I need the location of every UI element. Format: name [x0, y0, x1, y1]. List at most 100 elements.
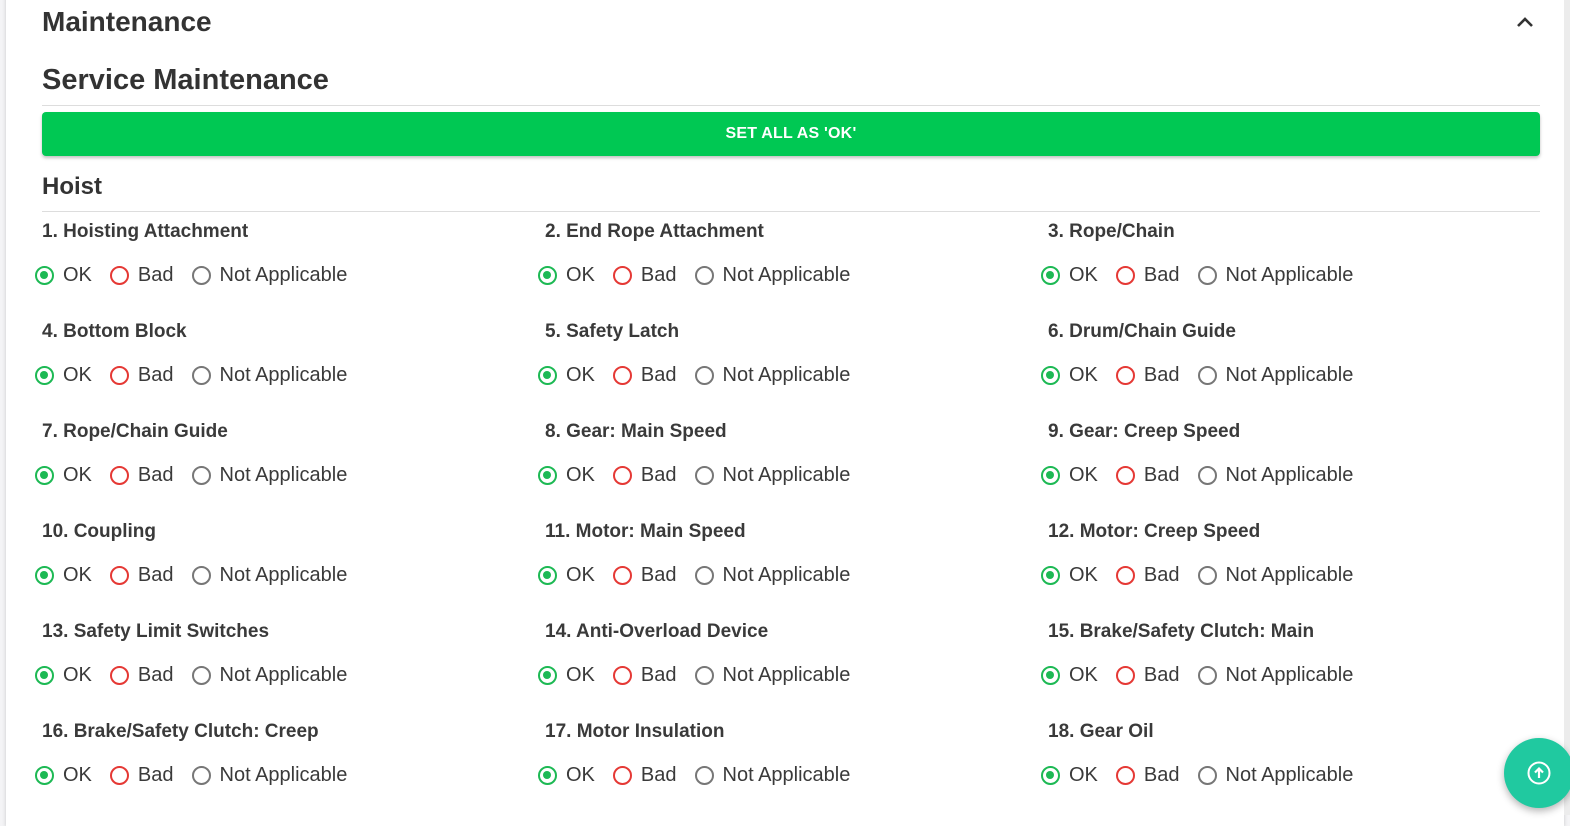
radio-bad[interactable] — [612, 366, 632, 385]
radio-bad[interactable] — [1115, 766, 1135, 785]
radio-not-applicable[interactable] — [1197, 266, 1217, 285]
radio-not-applicable[interactable] — [694, 366, 714, 385]
option-bad[interactable]: Bad — [612, 464, 677, 487]
option-bad[interactable]: Bad — [109, 464, 174, 487]
radio-ok[interactable] — [35, 766, 54, 785]
option-bad[interactable]: Bad — [1115, 364, 1180, 387]
option-not-applicable[interactable]: Not Applicable — [191, 464, 347, 487]
radio-bad[interactable] — [612, 566, 632, 585]
radio-ok[interactable] — [538, 266, 557, 285]
radio-ok[interactable] — [35, 566, 54, 585]
radio-bad[interactable] — [1115, 266, 1135, 285]
option-bad[interactable]: Bad — [1115, 264, 1180, 287]
option-bad[interactable]: Bad — [612, 764, 677, 787]
option-ok[interactable]: OK — [538, 264, 595, 287]
option-not-applicable[interactable]: Not Applicable — [1197, 764, 1353, 787]
option-bad[interactable]: Bad — [612, 564, 677, 587]
radio-ok[interactable] — [1041, 766, 1060, 785]
radio-ok[interactable] — [1041, 666, 1060, 685]
option-ok[interactable]: OK — [538, 464, 595, 487]
radio-ok[interactable] — [35, 666, 54, 685]
radio-bad[interactable] — [109, 666, 129, 685]
radio-not-applicable[interactable] — [191, 466, 211, 485]
radio-not-applicable[interactable] — [191, 566, 211, 585]
option-bad[interactable]: Bad — [109, 364, 174, 387]
option-bad[interactable]: Bad — [109, 664, 174, 687]
option-ok[interactable]: OK — [538, 764, 595, 787]
option-ok[interactable]: OK — [1041, 364, 1098, 387]
option-ok[interactable]: OK — [1041, 664, 1098, 687]
option-ok[interactable]: OK — [35, 764, 92, 787]
option-ok[interactable]: OK — [35, 564, 92, 587]
option-ok[interactable]: OK — [1041, 764, 1098, 787]
radio-ok[interactable] — [538, 366, 557, 385]
radio-not-applicable[interactable] — [1197, 666, 1217, 685]
option-not-applicable[interactable]: Not Applicable — [694, 464, 850, 487]
radio-bad[interactable] — [109, 266, 129, 285]
option-ok[interactable]: OK — [538, 664, 595, 687]
radio-not-applicable[interactable] — [1197, 366, 1217, 385]
option-not-applicable[interactable]: Not Applicable — [191, 564, 347, 587]
radio-bad[interactable] — [1115, 366, 1135, 385]
option-bad[interactable]: Bad — [109, 564, 174, 587]
option-not-applicable[interactable]: Not Applicable — [1197, 664, 1353, 687]
radio-ok[interactable] — [538, 466, 557, 485]
radio-bad[interactable] — [612, 266, 632, 285]
radio-bad[interactable] — [109, 366, 129, 385]
option-bad[interactable]: Bad — [109, 264, 174, 287]
option-ok[interactable]: OK — [1041, 264, 1098, 287]
option-bad[interactable]: Bad — [1115, 464, 1180, 487]
radio-not-applicable[interactable] — [191, 266, 211, 285]
option-bad[interactable]: Bad — [1115, 664, 1180, 687]
radio-not-applicable[interactable] — [191, 666, 211, 685]
option-not-applicable[interactable]: Not Applicable — [694, 264, 850, 287]
option-bad[interactable]: Bad — [612, 664, 677, 687]
option-not-applicable[interactable]: Not Applicable — [694, 664, 850, 687]
radio-ok[interactable] — [35, 366, 54, 385]
radio-bad[interactable] — [109, 466, 129, 485]
scrollbar-track[interactable] — [1564, 0, 1570, 815]
radio-ok[interactable] — [1041, 466, 1060, 485]
radio-not-applicable[interactable] — [191, 366, 211, 385]
option-ok[interactable]: OK — [538, 564, 595, 587]
radio-bad[interactable] — [612, 466, 632, 485]
option-ok[interactable]: OK — [35, 264, 92, 287]
scroll-to-top-button[interactable] — [1504, 738, 1570, 808]
option-not-applicable[interactable]: Not Applicable — [694, 364, 850, 387]
radio-bad[interactable] — [1115, 566, 1135, 585]
radio-bad[interactable] — [109, 566, 129, 585]
set-all-ok-button[interactable]: SET ALL AS 'OK' — [42, 112, 1540, 156]
option-ok[interactable]: OK — [35, 664, 92, 687]
radio-ok[interactable] — [538, 666, 557, 685]
radio-not-applicable[interactable] — [694, 466, 714, 485]
radio-bad[interactable] — [1115, 466, 1135, 485]
option-not-applicable[interactable]: Not Applicable — [191, 764, 347, 787]
radio-not-applicable[interactable] — [694, 766, 714, 785]
radio-not-applicable[interactable] — [694, 566, 714, 585]
option-bad[interactable]: Bad — [1115, 764, 1180, 787]
option-not-applicable[interactable]: Not Applicable — [1197, 564, 1353, 587]
radio-bad[interactable] — [612, 766, 632, 785]
option-bad[interactable]: Bad — [612, 264, 677, 287]
radio-ok[interactable] — [35, 266, 54, 285]
option-not-applicable[interactable]: Not Applicable — [191, 264, 347, 287]
option-not-applicable[interactable]: Not Applicable — [1197, 264, 1353, 287]
radio-ok[interactable] — [538, 566, 557, 585]
radio-not-applicable[interactable] — [1197, 766, 1217, 785]
option-bad[interactable]: Bad — [612, 364, 677, 387]
radio-bad[interactable] — [109, 766, 129, 785]
option-not-applicable[interactable]: Not Applicable — [1197, 364, 1353, 387]
option-bad[interactable]: Bad — [1115, 564, 1180, 587]
radio-not-applicable[interactable] — [694, 666, 714, 685]
option-ok[interactable]: OK — [1041, 464, 1098, 487]
option-not-applicable[interactable]: Not Applicable — [191, 664, 347, 687]
radio-not-applicable[interactable] — [191, 766, 211, 785]
radio-ok[interactable] — [1041, 266, 1060, 285]
option-not-applicable[interactable]: Not Applicable — [191, 364, 347, 387]
option-not-applicable[interactable]: Not Applicable — [1197, 464, 1353, 487]
option-not-applicable[interactable]: Not Applicable — [694, 564, 850, 587]
radio-ok[interactable] — [538, 766, 557, 785]
option-ok[interactable]: OK — [1041, 564, 1098, 587]
radio-ok[interactable] — [1041, 366, 1060, 385]
option-ok[interactable]: OK — [35, 364, 92, 387]
